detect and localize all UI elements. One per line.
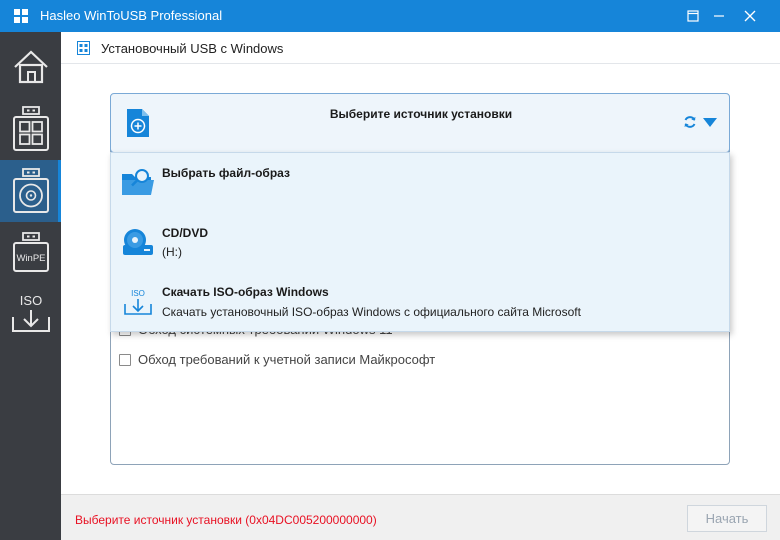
page-title: Установочный USB с Windows bbox=[101, 41, 284, 56]
iso-download-icon: ISO bbox=[11, 293, 50, 332]
start-button[interactable]: Начать bbox=[687, 505, 767, 532]
home-icon bbox=[13, 50, 48, 84]
folder-search-icon bbox=[121, 167, 155, 200]
window-title: Hasleo WinToUSB Professional bbox=[40, 8, 223, 23]
sidebar-item-windows-usb[interactable] bbox=[0, 98, 61, 160]
sidebar-item-iso[interactable]: ISO bbox=[0, 284, 61, 346]
sidebar-item-winpe[interactable]: WinPE bbox=[0, 222, 61, 284]
close-button[interactable] bbox=[737, 0, 763, 32]
dropdown-item-download-iso[interactable]: ISO Скачать ISO-образ Windows Скачать ус… bbox=[111, 273, 729, 331]
refresh-button[interactable] bbox=[683, 115, 697, 132]
minimize-icon bbox=[714, 15, 724, 17]
close-icon bbox=[744, 10, 756, 22]
checkbox[interactable] bbox=[119, 353, 131, 366]
status-bar: Выберите источник установки (0x04DC00520… bbox=[61, 494, 780, 540]
dropdown-item-subtitle: Скачать установочный ISO-образ Windows с… bbox=[162, 305, 581, 319]
windows-usb-icon bbox=[12, 106, 49, 151]
winpe-icon: WinPE bbox=[12, 232, 49, 272]
restore-button[interactable] bbox=[680, 0, 706, 32]
dropdown-item-cd-dvd[interactable]: CD/DVD (H:) bbox=[111, 213, 729, 271]
dropdown-item-subtitle: (H:) bbox=[162, 245, 182, 259]
grid-icon bbox=[77, 41, 90, 58]
title-bar: Hasleo WinToUSB Professional bbox=[0, 0, 780, 32]
dropdown-item-image-file[interactable]: Выбрать файл-образ bbox=[111, 153, 729, 211]
refresh-icon bbox=[684, 116, 696, 128]
restore-icon bbox=[687, 10, 699, 22]
minimize-button[interactable] bbox=[706, 0, 732, 32]
main-content: Выберите источник установки Обход систем… bbox=[61, 64, 780, 494]
source-dropdown-menu: Выбрать файл-образ CD/DVD (H:) ISO Скача… bbox=[110, 152, 730, 332]
dropdown-item-title: CD/DVD bbox=[162, 226, 209, 240]
option-label: Обход требований к учетной записи Майкро… bbox=[138, 352, 436, 367]
iso-label: ISO bbox=[19, 293, 41, 308]
iso-label: ISO bbox=[131, 289, 145, 298]
page-header: Установочный USB с Windows bbox=[61, 32, 780, 64]
dropdown-item-title: Выбрать файл-образ bbox=[162, 166, 290, 180]
status-message: Выберите источник установки (0x04DC00520… bbox=[75, 513, 377, 527]
iso-download-icon: ISO bbox=[121, 287, 155, 320]
source-title: Выберите источник установки bbox=[329, 107, 513, 121]
winpe-label: WinPE bbox=[16, 253, 45, 264]
sidebar-item-install-usb[interactable] bbox=[0, 160, 61, 222]
cd-drive-icon bbox=[121, 227, 155, 260]
option-bypass-ms-account[interactable]: Обход требований к учетной записи Майкро… bbox=[119, 352, 435, 367]
sidebar: WinPE ISO bbox=[0, 32, 61, 540]
caret-down-icon[interactable] bbox=[703, 118, 717, 127]
sidebar-item-home[interactable] bbox=[0, 36, 61, 98]
dropdown-item-title: Скачать ISO-образ Windows bbox=[162, 285, 329, 299]
disc-usb-icon bbox=[12, 168, 49, 213]
app-logo-icon bbox=[14, 9, 28, 23]
source-selector[interactable]: Выберите источник установки bbox=[110, 93, 730, 153]
